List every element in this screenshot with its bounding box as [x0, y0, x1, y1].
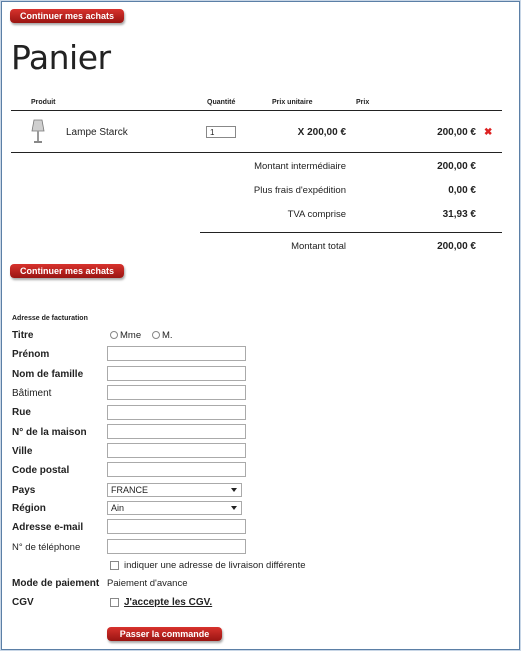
continue-shopping-button-bottom[interactable]: Continuer mes achats — [10, 264, 124, 278]
street-input[interactable] — [107, 405, 246, 420]
column-price: Prix — [356, 99, 370, 106]
quantity-input[interactable]: 1 — [206, 126, 236, 138]
continue-shopping-button-top[interactable]: Continuer mes achats — [10, 9, 124, 23]
phone-label: N° de téléphone — [12, 542, 81, 553]
country-value: FRANCE — [111, 485, 149, 495]
country-label: Pays — [12, 485, 36, 496]
radio-icon[interactable] — [110, 331, 118, 339]
unit-price: X 200,00 € — [297, 127, 346, 138]
phone-input[interactable] — [107, 539, 246, 554]
place-order-button[interactable]: Passer la commande — [107, 627, 222, 641]
radio-icon[interactable] — [152, 331, 160, 339]
column-product: Produit — [31, 99, 56, 106]
terms-checkbox[interactable] — [110, 598, 119, 607]
lamp-product-image — [31, 119, 45, 143]
street-label: Rue — [12, 407, 31, 418]
tax-value: 31,93 € — [442, 209, 476, 220]
city-input[interactable] — [107, 443, 246, 458]
subtotal-value: 200,00 € — [437, 161, 476, 172]
title-label: Titre — [12, 330, 34, 341]
page-title: Panier — [11, 38, 111, 77]
item-divider — [11, 152, 502, 153]
table-header-divider — [11, 110, 502, 111]
email-label: Adresse e-mail — [12, 522, 84, 533]
last-name-input[interactable] — [107, 366, 246, 381]
shipping-value: 0,00 € — [448, 185, 476, 196]
title-option-m[interactable]: M. — [152, 330, 173, 341]
city-label: Ville — [12, 446, 33, 457]
chevron-down-icon — [231, 506, 237, 510]
column-unit-price: Prix unitaire — [272, 99, 313, 106]
payment-label: Mode de paiement — [12, 578, 100, 589]
different-delivery-label: indiquer une adresse de livraison différ… — [124, 560, 306, 571]
column-quantity: Quantité — [207, 99, 236, 106]
house-number-input[interactable] — [107, 424, 246, 439]
postal-code-label: Code postal — [12, 465, 70, 476]
tax-label: TVA comprise — [287, 209, 346, 220]
terms-label: CGV — [12, 597, 34, 608]
region-select[interactable]: Ain — [107, 501, 242, 515]
item-price: 200,00 € — [437, 127, 476, 138]
email-input[interactable] — [107, 519, 246, 534]
payment-value: Paiement d'avance — [107, 578, 188, 589]
first-name-label: Prénom — [12, 349, 50, 360]
terms-link[interactable]: J'accepte les CGV. — [124, 597, 212, 608]
billing-section-title: Adresse de facturation — [12, 315, 88, 322]
shipping-label: Plus frais d'expédition — [253, 185, 346, 196]
summary-divider — [200, 232, 502, 233]
first-name-input[interactable] — [107, 346, 246, 361]
title-option-mme[interactable]: Mme — [110, 330, 141, 341]
last-name-label: Nom de famille — [12, 369, 84, 380]
different-delivery-checkbox[interactable] — [110, 561, 119, 570]
building-input[interactable] — [107, 385, 246, 400]
postal-code-input[interactable] — [107, 462, 246, 477]
house-number-label: N° de la maison — [12, 427, 87, 438]
chevron-down-icon — [231, 488, 237, 492]
country-select[interactable]: FRANCE — [107, 483, 242, 497]
building-label: Bâtiment — [12, 388, 52, 399]
total-value: 200,00 € — [437, 241, 476, 252]
total-label: Montant total — [291, 241, 346, 252]
region-value: Ain — [111, 503, 125, 513]
region-label: Région — [12, 503, 46, 514]
subtotal-label: Montant intermédiaire — [254, 161, 346, 172]
close-icon[interactable]: ✖ — [484, 127, 492, 138]
product-name: Lampe Starck — [66, 127, 128, 138]
